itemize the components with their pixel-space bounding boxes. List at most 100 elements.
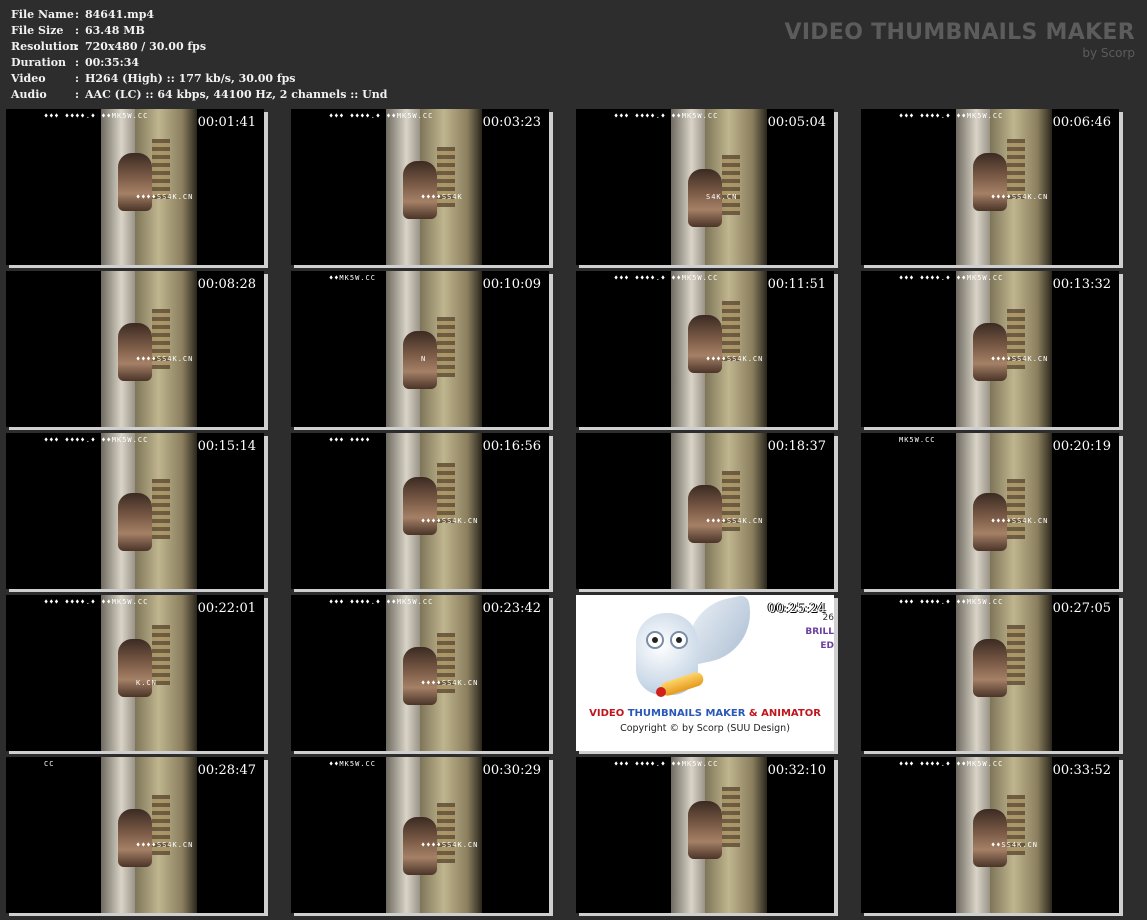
thumbnail-border: [834, 598, 838, 754]
thumbnail-border: [864, 265, 1123, 268]
scene-panel: [152, 139, 170, 199]
thumbnail-cell[interactable]: ♦♦♦♦SS4K.CN 00:08:28: [6, 271, 285, 430]
thumbnail-border: [1119, 112, 1123, 268]
overlay-watermark-top: ♦♦♦ ♦♦♦♦.♦ ♦♦MK5W.CC: [44, 112, 149, 120]
overlay-watermark-top: ♦♦MK5W.CC: [329, 760, 376, 768]
scene-panel: [722, 155, 740, 215]
thumbnail-timestamp: 00:25:24: [767, 601, 826, 616]
overlay-watermark-top: ♦♦♦ ♦♦♦♦.♦ ♦♦MK5W.CC: [329, 598, 434, 606]
video-frame: ♦♦♦ ♦♦♦♦.♦ ♦♦MK5W.CC ♦♦♦♦SS4K.CN 00:11:51: [576, 271, 834, 427]
overlay-watermark-mid: K.CN: [136, 679, 157, 687]
scene-figure: [688, 801, 722, 859]
scene-panel: [437, 803, 455, 863]
overlay-watermark-top: ♦♦♦ ♦♦♦♦.♦ ♦♦MK5W.CC: [614, 760, 719, 768]
overlay-watermark-top: ♦♦♦ ♦♦♦♦.♦ ♦♦MK5W.CC: [329, 112, 434, 120]
thumbnail-border: [1119, 598, 1123, 754]
video-frame: MK5W.CC ♦♦♦♦SS4K.CN 00:20:19: [861, 433, 1119, 589]
thumbnail-border: [834, 112, 838, 268]
thumbnail-border: [579, 913, 838, 916]
overlay-watermark-mid: ♦♦♦♦SS4K.CN: [136, 193, 194, 201]
overlay-watermark-mid: ♦♦♦♦SS4K.CN: [136, 355, 194, 363]
thumbnail-cell[interactable]: ♦♦♦ ♦♦♦♦.♦ ♦♦MK5W.CC S4K.CN 00:05:04: [576, 109, 855, 268]
overlay-watermark-mid: ♦♦SS4K.CN: [991, 841, 1038, 849]
scene-panel: [437, 463, 455, 523]
thumbnail-timestamp: 00:10:09: [482, 277, 541, 292]
video-frame: ♦♦♦♦SS4K.CN 00:08:28: [6, 271, 264, 427]
thumbnail-border: [549, 598, 553, 754]
thumbnail-border: [579, 427, 838, 430]
logo-side-line: BRILL: [805, 627, 834, 637]
thumbnail-cell[interactable]: ♦♦♦ ♦♦♦♦.♦ ♦♦MK5W.CC 00:32:10: [576, 757, 855, 916]
thumbnail-border: [264, 760, 268, 916]
thumbnail-cell[interactable]: ♦♦♦ ♦♦♦♦.♦ ♦♦MK5W.CC ♦♦♦♦SS4K.CN 00:13:32: [861, 271, 1140, 430]
thumbnail-cell[interactable]: ♦♦♦ ♦♦♦♦.♦ ♦♦MK5W.CC ♦♦♦♦SS4K.CN 00:01:41: [6, 109, 285, 268]
logo-copyright: Copyright © by Scorp (SUU Design): [620, 723, 790, 734]
thumbnail-border: [294, 913, 553, 916]
overlay-watermark-mid: ♦♦♦♦SS4K.CN: [421, 517, 479, 525]
thumbnail-timestamp: 00:20:19: [1052, 439, 1111, 454]
scene-figure: [403, 331, 437, 389]
scene-panel: [1007, 479, 1025, 539]
overlay-watermark-mid: ♦♦♦♦SS4K.CN: [421, 679, 479, 687]
thumbnail-cell[interactable]: ♦♦♦ ♦♦♦♦.♦ ♦♦MK5W.CC ♦♦♦♦SS4K.CN 00:23:42: [291, 595, 570, 754]
logo-title-part: VIDEO: [589, 708, 628, 719]
thumbnail-border: [294, 589, 553, 592]
overlay-watermark-mid: ♦♦♦♦SS4K.CN: [706, 355, 764, 363]
scene-panel: [152, 479, 170, 539]
video-frame: ♦♦MK5W.CC ♦♦♦♦SS4K.CN 00:30:29: [291, 757, 549, 913]
overlay-watermark-top: ♦♦♦ ♦♦♦♦.♦ ♦♦MK5W.CC: [899, 598, 1004, 606]
thumbnail-border: [579, 265, 838, 268]
video-frame: ♦♦♦ ♦♦♦♦.♦ ♦♦MK5W.CC 00:15:14: [6, 433, 264, 589]
video-frame: ♦♦♦ ♦♦♦♦.♦ ♦♦MK5W.CC 00:32:10: [576, 757, 834, 913]
thumbnail-cell[interactable]: ♦♦♦ ♦♦♦♦.♦ ♦♦MK5W.CC K.CN 00:22:01: [6, 595, 285, 754]
scene-panel: [1007, 139, 1025, 199]
overlay-watermark-top: ♦♦♦ ♦♦♦♦.♦ ♦♦MK5W.CC: [899, 112, 1004, 120]
thumbnail-border: [9, 589, 268, 592]
thumbnail-cell[interactable]: ♦♦♦ ♦♦♦♦.♦ ♦♦MK5W.CC ♦♦♦♦SS4K.CN 00:06:46: [861, 109, 1140, 268]
overlay-watermark-mid: ♦♦♦♦SS4K.CN: [991, 355, 1049, 363]
thumbnail-cell[interactable]: VIDEO THUMBNAILS MAKER & ANIMATOR Copyrig…: [576, 595, 855, 754]
scene-panel: [722, 787, 740, 847]
thumbnail-border: [1119, 436, 1123, 592]
thumbnail-border: [834, 436, 838, 592]
overlay-watermark-top: ♦♦♦ ♦♦♦♦.♦ ♦♦MK5W.CC: [44, 436, 149, 444]
overlay-watermark-mid: S4K.CN: [706, 193, 738, 201]
thumbnail-timestamp: 00:33:52: [1052, 763, 1111, 778]
thumbnail-cell[interactable]: ♦♦♦ ♦♦♦♦.♦ ♦♦MK5W.CC 00:15:14: [6, 433, 285, 592]
scene-figure: [973, 639, 1007, 697]
overlay-watermark-mid: N: [421, 355, 427, 363]
logo-title-part: ANIMATOR: [761, 708, 821, 719]
scene-figure: [118, 153, 152, 211]
owl-eye-icon: [646, 631, 664, 649]
thumbnail-cell[interactable]: ♦♦♦ ♦♦♦♦ ♦♦♦♦SS4K.CN 00:16:56: [291, 433, 570, 592]
thumbnail-border: [549, 436, 553, 592]
thumbnail-cell[interactable]: ♦♦♦ ♦♦♦♦.♦ ♦♦MK5W.CC ♦♦SS4K.CN 00:33:52: [861, 757, 1140, 916]
thumbnail-border: [9, 265, 268, 268]
video-frame: ♦♦♦ ♦♦♦♦.♦ ♦♦MK5W.CC ♦♦♦♦SS4K.CN 00:01:41: [6, 109, 264, 265]
scene-figure: [973, 153, 1007, 211]
video-frame: ♦♦♦ ♦♦♦♦.♦ ♦♦MK5W.CC ♦♦♦♦SS4K.CN 00:13:32: [861, 271, 1119, 427]
video-frame: ♦♦♦ ♦♦♦♦.♦ ♦♦MK5W.CC K.CN 00:22:01: [6, 595, 264, 751]
thumbnail-cell[interactable]: MK5W.CC ♦♦♦♦SS4K.CN 00:20:19: [861, 433, 1140, 592]
thumbnail-cell[interactable]: ♦♦♦ ♦♦♦♦.♦ ♦♦MK5W.CC ♦♦♦♦SS4K 00:03:23: [291, 109, 570, 268]
overlay-watermark-mid: ♦♦♦♦SS4K.CN: [991, 517, 1049, 525]
thumbnail-cell[interactable]: ♦♦♦ ♦♦♦♦.♦ ♦♦MK5W.CC ♦♦♦♦SS4K.CN 00:11:51: [576, 271, 855, 430]
wax-seal-icon: [656, 687, 666, 697]
thumbnail-border: [549, 274, 553, 430]
thumbnail-border: [864, 913, 1123, 916]
thumbnail-timestamp: 00:32:10: [767, 763, 826, 778]
thumbnail-border: [1119, 274, 1123, 430]
thumbnail-cell[interactable]: ♦♦♦♦SS4K.CN 00:18:37: [576, 433, 855, 592]
thumbnail-cell[interactable]: ♦♦MK5W.CC ♦♦♦♦SS4K.CN 00:30:29: [291, 757, 570, 916]
thumbnail-timestamp: 00:28:47: [197, 763, 256, 778]
scene-figure: [118, 493, 152, 551]
logo-title: VIDEO THUMBNAILS MAKER & ANIMATOR: [576, 708, 834, 719]
thumbnail-border: [264, 436, 268, 592]
thumbnail-cell[interactable]: ♦♦♦ ♦♦♦♦.♦ ♦♦MK5W.CC 00:27:05: [861, 595, 1140, 754]
thumbnail-cell[interactable]: CC ♦♦♦♦SS4K.CN 00:28:47: [6, 757, 285, 916]
thumbnail-timestamp: 00:27:05: [1052, 601, 1111, 616]
thumbnail-cell[interactable]: ♦♦MK5W.CC N 00:10:09: [291, 271, 570, 430]
thumbnail-border: [579, 589, 838, 592]
logo-title-part: &: [745, 708, 762, 719]
overlay-watermark-mid: ♦♦♦♦SS4K: [421, 193, 463, 201]
